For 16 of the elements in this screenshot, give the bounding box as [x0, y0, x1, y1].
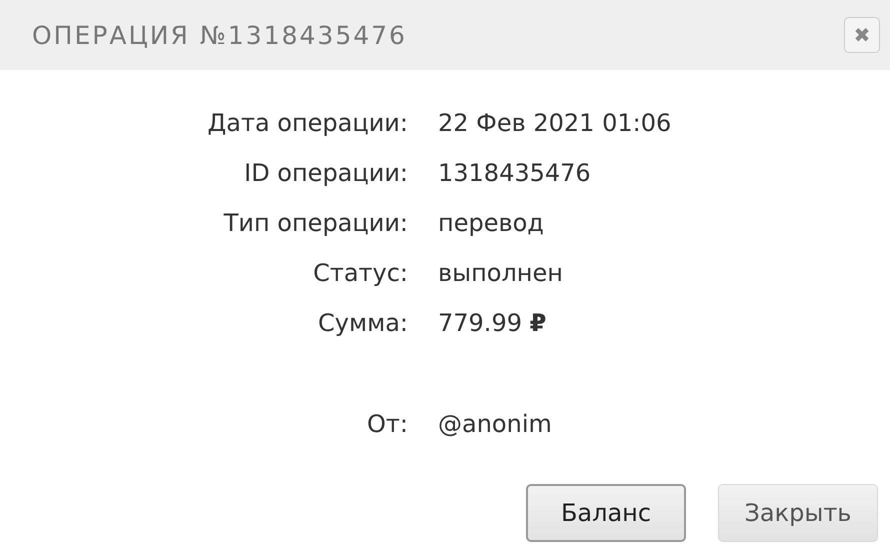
field-value: @anonim — [438, 409, 553, 440]
field-value: выполнен — [438, 258, 564, 289]
close-button[interactable]: ✖ — [844, 17, 880, 53]
field-label: Дата операции: — [206, 108, 408, 139]
field-value: 22 Фев 2021 01:06 — [438, 108, 672, 139]
field-label: Сумма: — [317, 308, 408, 339]
dialog-button[interactable]: Баланс — [526, 484, 686, 542]
field-label: ID операции: — [243, 158, 408, 189]
field-label: От: — [366, 409, 408, 440]
field-value: 779.99 ₽ — [438, 308, 548, 339]
field-value: перевод — [438, 208, 545, 239]
dialog-button[interactable]: Закрыть — [718, 484, 878, 542]
field-value: 1318435476 — [438, 158, 592, 189]
field-label: Статус: — [312, 258, 408, 289]
field-label: Тип операции: — [222, 208, 408, 239]
dialog-title: ОПЕРАЦИЯ №1318435476 — [32, 20, 407, 50]
